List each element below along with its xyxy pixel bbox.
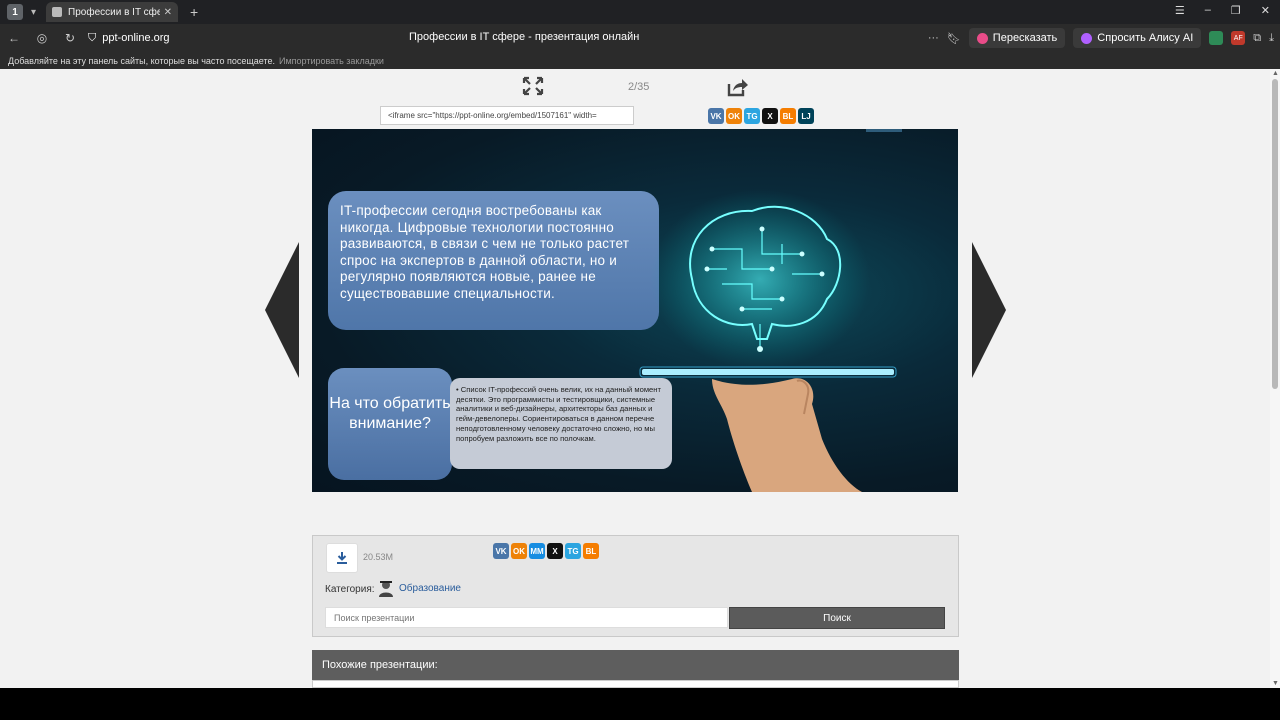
livejournal-share-icon[interactable]: LJ [798,108,814,124]
more-icon[interactable]: ··· [928,32,939,44]
vk-share-icon[interactable]: VK [708,108,724,124]
blogger-share-icon[interactable]: BL [780,108,796,124]
presentation-slide[interactable]: IT-профессии сегодня востребованы как ни… [312,129,958,492]
x-share-icon[interactable]: X [547,543,563,559]
slide-bullet-text: • Список IT-профессий очень велик, их на… [456,385,661,443]
url-text: ppt-online.org [102,32,170,44]
protect-icon[interactable]: ◎ [28,31,56,45]
active-tab[interactable]: Профессии в IT сфере ✕ [46,2,179,22]
telegram-share-icon[interactable]: TG [565,543,581,559]
alice-icon [1081,32,1093,44]
restore-icon[interactable]: ❐ [1231,4,1241,17]
reload-icon[interactable]: ↻ [56,31,84,45]
download-button[interactable] [326,543,358,573]
category-label: Категория: [325,584,375,595]
retell-icon [976,32,988,44]
prev-slide-arrow-icon[interactable] [265,242,299,378]
collections-icon[interactable]: ⧉ [1253,32,1261,45]
tab-close-icon[interactable]: ✕ [164,7,172,18]
close-window-icon[interactable]: ✕ [1261,4,1270,17]
slide-question-text: На что обратить внимание? [329,395,451,432]
info-share-buttons: VK OK MM X TG BL [493,543,599,559]
slide-main-text: IT-профессии сегодня востребованы как ни… [340,203,630,301]
scrollbar-thumb[interactable] [1272,79,1278,389]
slide-counter: 2/35 [628,81,650,93]
window-controls: ☰ – ❐ ✕ [1175,4,1270,17]
extension-af-icon[interactable]: AF [1231,31,1246,45]
bottom-black-bar [0,688,1280,720]
telegram-share-icon[interactable]: TG [744,108,760,124]
file-size: 20.53M [363,552,394,562]
category-link[interactable]: Образование [399,583,461,594]
slide-main-textbox: IT-профессии сегодня востребованы как ни… [328,191,659,330]
mymail-share-icon[interactable]: MM [529,543,545,559]
new-tab-icon[interactable]: + [190,4,198,20]
minimize-icon[interactable]: – [1205,4,1211,17]
scroll-down-icon[interactable]: ▼ [1272,680,1279,687]
x-share-icon[interactable]: X [762,108,778,124]
ok-share-icon[interactable]: OK [511,543,527,559]
download-icon [337,552,347,564]
retell-button[interactable]: Пересказать [968,28,1066,48]
url-field[interactable]: ⛉ ppt-online.org [88,32,170,45]
menu-icon[interactable]: ☰ [1175,4,1185,17]
tab-favicon-icon [52,7,63,17]
blogger-share-icon[interactable]: BL [583,543,599,559]
tab-list-chevron-icon[interactable]: ▾ [31,7,36,18]
bookmarks-hint: Добавляйте на эту панель сайты, которые … [8,55,275,66]
page-title: Профессии в IT сфере - презентация онлай… [409,31,640,43]
viewer-share-buttons: VK OK TG X BL LJ [708,108,814,124]
tab-count-badge[interactable]: 1 [7,4,23,20]
bookmark-icon[interactable]: 🔖︎ [947,32,961,45]
similar-presentations-header: Похожие презентации: [312,650,959,680]
tab-bar: 1 ▾ Профессии в IT сфере ✕ + ☰ – ❐ ✕ [0,0,1280,24]
slide-question-box: На что обратить внимание? [328,368,452,480]
tab-title: Профессии в IT сфере [68,6,160,18]
ask-alice-button[interactable]: Спросить Алису AI [1073,28,1202,48]
address-bar: ← ◎ ↻ ⛉ ppt-online.org Профессии в IT сф… [0,24,1280,52]
extension-icon[interactable] [1209,31,1224,45]
similar-presentations-list [312,680,959,688]
page-content: 2/35 <iframe src="https://ppt-online.org… [0,69,1270,688]
share-icon[interactable] [725,76,749,98]
back-icon[interactable]: ← [0,31,28,45]
address-right-controls: ··· 🔖︎ Пересказать Спросить Алису AI AF … [928,28,1274,48]
embed-code-field[interactable]: <iframe src="https://ppt-online.org/embe… [380,106,634,125]
scroll-up-icon[interactable]: ▲ [1272,70,1279,77]
brain-hand-illustration [639,189,897,492]
next-slide-arrow-icon[interactable] [972,242,1006,378]
fullscreen-icon[interactable] [521,75,545,97]
import-bookmarks-link[interactable]: Импортировать закладки [279,56,384,66]
shield-icon: ⛉ [88,31,97,44]
info-panel: 20.53M VK OK MM X TG BL Категория: Образ… [312,535,959,637]
bookmarks-bar: Добавляйте на эту панель сайты, которые … [0,52,1280,69]
slide-top-accent [866,129,902,132]
education-category-icon [379,581,393,597]
search-input[interactable] [325,607,728,628]
page-scrollbar[interactable]: ▲ ▼ [1270,69,1280,688]
ok-share-icon[interactable]: OK [726,108,742,124]
vk-share-icon[interactable]: VK [493,543,509,559]
downloads-icon[interactable]: ⤓ [1269,32,1274,45]
search-button[interactable]: Поиск [729,607,945,629]
